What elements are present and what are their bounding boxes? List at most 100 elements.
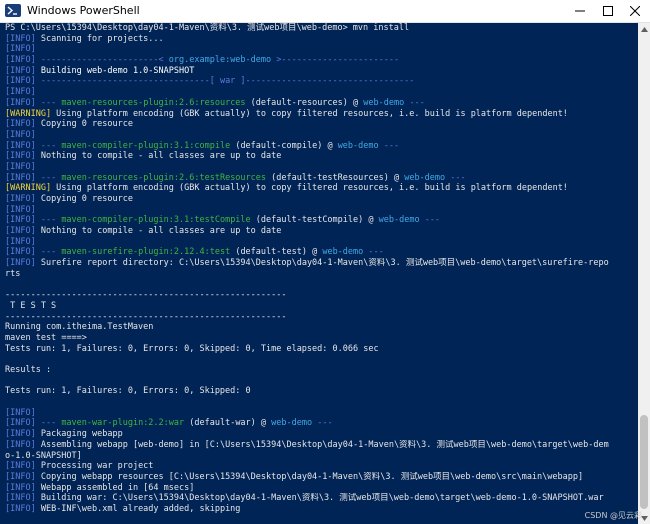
console-text: Running com.itheima.TestMaven	[5, 322, 154, 333]
log-level-info: [INFO]	[5, 97, 36, 108]
window-title: Windows PowerShell	[27, 4, 140, 17]
separator-text: ---	[419, 215, 441, 226]
separator-text: ---	[363, 247, 384, 258]
log-level-info: [INFO]	[5, 129, 36, 140]
log-level-info: [INFO]	[5, 503, 36, 514]
console-text: Webapp assembled in [64 msecs]	[35, 482, 195, 493]
log-level-info: [INFO]	[5, 119, 36, 130]
console-text: Using platform encoding (GBK actually) t…	[51, 183, 568, 194]
console-text: T E S T S	[5, 300, 57, 311]
log-level-info: [INFO]	[5, 44, 36, 55]
console-line: Results :	[5, 365, 636, 376]
console-line: [INFO] Packaging webapp	[5, 429, 636, 440]
console-text: o-1.0-SNAPSHOT]	[5, 450, 82, 461]
console-line: T E S T S	[5, 301, 636, 312]
console-line: [INFO] Scanning for projects...	[5, 34, 636, 45]
powershell-icon	[5, 4, 21, 17]
console-text: maven test ====>	[5, 332, 87, 343]
console-line: [INFO] --- maven-compiler-plugin:3.1:com…	[5, 141, 636, 152]
plugin-goal: maven-surefire-plugin:2.12.4:test	[61, 247, 231, 258]
console-text: @	[306, 247, 323, 258]
console-line: [INFO] Copying 0 resource	[5, 119, 636, 130]
project-name: web-demo	[378, 215, 420, 226]
separator-text: ---	[35, 140, 62, 151]
console-line: ----------------------------------------…	[5, 312, 636, 323]
plugin-goal: maven-resources-plugin:2.6:resources	[61, 97, 246, 108]
minimize-icon	[575, 10, 585, 12]
separator-text: ---	[378, 140, 400, 151]
powershell-window: Windows PowerShell PS C:\Users\15394\Des…	[0, 0, 650, 524]
title-bar[interactable]: Windows PowerShell	[0, 0, 650, 23]
console-output-area[interactable]: PS C:\Users\15394\Desktop\day04-1-Maven\…	[0, 23, 650, 524]
project-name: web-demo	[322, 247, 364, 258]
console-line: [INFO]	[5, 87, 636, 98]
log-level-info: [INFO]	[5, 429, 36, 440]
separator-text: ---	[312, 418, 333, 429]
console-text: Results :	[5, 365, 52, 375]
build-heading: Building web-demo 1.0-SNAPSHOT	[35, 65, 195, 76]
log-level-info: [INFO]	[5, 172, 36, 183]
console-text: Nothing to compile - all classes are up …	[35, 226, 282, 237]
vertical-scrollbar[interactable]	[638, 23, 650, 524]
console-text: (default-resources)	[245, 97, 348, 108]
log-level-warning: [WARNING]	[5, 183, 52, 194]
console-line: ----------------------------------------…	[5, 290, 636, 301]
console-text: @	[347, 97, 364, 108]
log-level-info: [INFO]	[5, 482, 36, 493]
console-line: [INFO] --- maven-surefire-plugin:2.12.4:…	[5, 247, 636, 258]
console-line: [WARNING] Using platform encoding (GBK a…	[5, 183, 636, 194]
console-line: o-1.0-SNAPSHOT]	[5, 451, 636, 462]
console-text: Copying 0 resource	[35, 194, 133, 204]
console-text: Packaging webapp	[35, 429, 123, 440]
console-text: Tests run: 1, Failures: 0, Errors: 0, Sk…	[5, 386, 251, 397]
close-icon	[630, 6, 640, 16]
log-level-info: [INFO]	[5, 407, 36, 418]
separator-text: >-----------------------	[271, 55, 400, 66]
console-text: (default-war)	[184, 418, 256, 429]
scroll-up-button[interactable]	[638, 23, 650, 35]
log-level-info: [INFO]	[5, 471, 36, 482]
separator-text: ---	[445, 172, 466, 183]
console-text: @	[322, 140, 338, 151]
console-text: Using platform encoding (GBK actually) t…	[51, 108, 568, 119]
log-level-info: [INFO]	[5, 215, 36, 226]
console-text: Copying 0 resource	[35, 119, 133, 130]
maximize-button[interactable]	[593, 0, 623, 22]
console-line: [INFO] Nothing to compile - all classes …	[5, 151, 636, 162]
console-line: [INFO]	[5, 237, 636, 248]
console-line: [INFO] -----------------------< org.exam…	[5, 55, 636, 66]
log-level-info: [INFO]	[5, 87, 36, 98]
console-line: Tests run: 1, Failures: 0, Errors: 0, Sk…	[5, 344, 636, 355]
close-button[interactable]	[620, 0, 650, 22]
separator-text: ---	[35, 247, 62, 258]
console-line: [INFO]	[5, 44, 636, 55]
project-name: web-demo	[271, 418, 313, 429]
project-name: web-demo	[337, 140, 379, 151]
scrollbar-thumb[interactable]	[640, 415, 648, 509]
console-text: Assembling webapp [web-demo] in [C:\User…	[35, 439, 609, 450]
console-line: [INFO]	[5, 162, 636, 173]
separator-text: -----------------------<	[35, 55, 169, 66]
log-level-warning: [WARNING]	[5, 108, 52, 119]
console-text: @	[255, 418, 272, 429]
separator-text: ---	[35, 418, 62, 429]
log-level-info: [INFO]	[5, 140, 36, 151]
log-level-info: [INFO]	[5, 65, 36, 76]
console-line: [INFO] Copying 0 resource	[5, 194, 636, 205]
console-text: Tests run: 1, Failures: 0, Errors: 0, Sk…	[5, 343, 379, 354]
console-text: PS C:\Users\15394\Desktop\day04-1-Maven\…	[5, 23, 410, 33]
minimize-button[interactable]	[565, 0, 595, 22]
console-line: [INFO]	[5, 408, 636, 419]
console-line: PS C:\Users\15394\Desktop\day04-1-Maven\…	[5, 23, 636, 34]
console-text: WEB-INF\web.xml already added, skipping	[35, 503, 241, 514]
separator-text: ---	[35, 97, 62, 108]
console-line: [INFO] --- maven-resources-plugin:2.6:re…	[5, 98, 636, 109]
maximize-icon	[603, 6, 613, 16]
console-line: [INFO] --- maven-resources-plugin:2.6:te…	[5, 173, 636, 184]
scroll-up-icon	[640, 26, 648, 32]
console-text: Surefire report directory: C:\Users\1539…	[35, 258, 609, 269]
